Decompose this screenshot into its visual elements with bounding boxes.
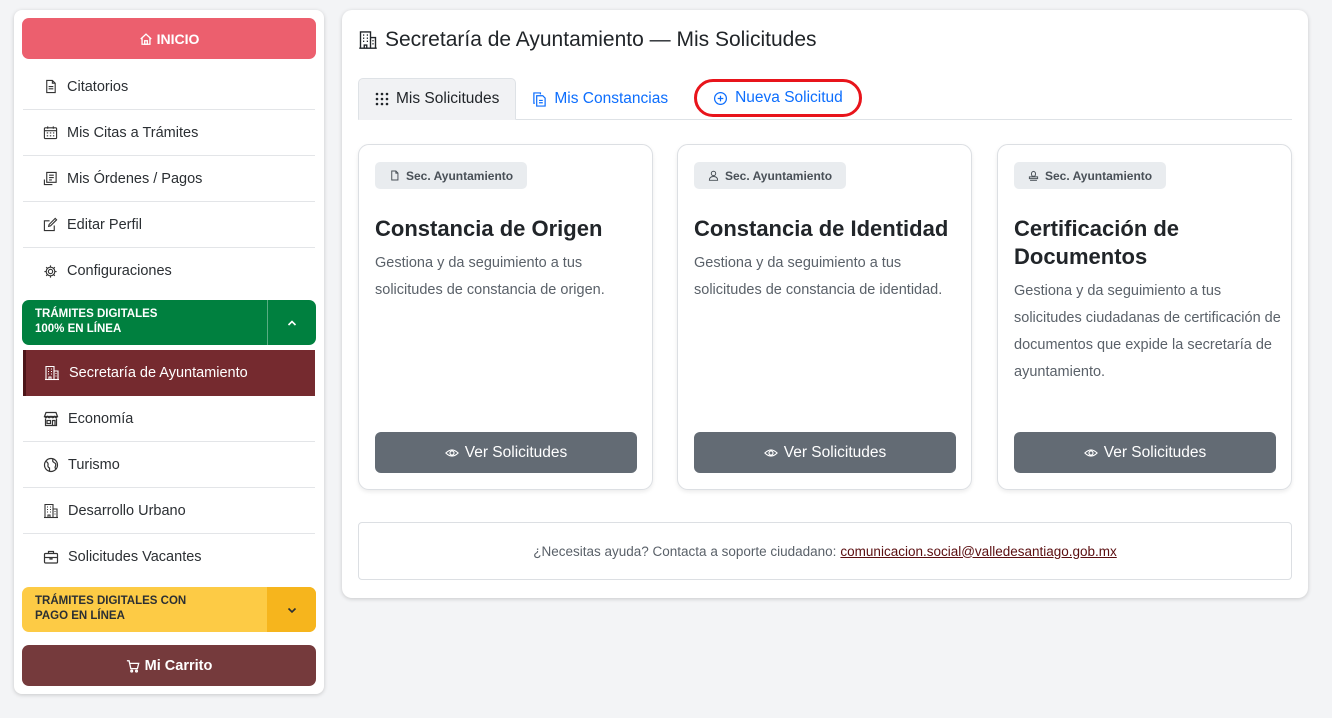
page-title: Secretaría de Ayuntamiento — Mis Solicit… [358,28,817,52]
card-description: Gestiona y da seguimiento a tus solicitu… [1014,283,1281,380]
support-email-link[interactable]: comunicacion.social@valledesantiago.gob.… [840,544,1116,559]
account-menu: Citatorios Mis Citas a Trámites Mis Órde… [23,64,315,294]
cart-button[interactable]: Mi Carrito [22,645,316,686]
sidebar-item-vacantes[interactable]: Solicitudes Vacantes [23,534,315,580]
sidebar: INICIO Citatorios Mis Citas a Trámites M… [14,10,324,694]
sidebar-item-secretaria[interactable]: Secretaría de Ayuntamiento [23,350,315,396]
card-badge: Sec. Ayuntamiento [694,162,847,189]
card-title: Certificación de Documentos [1014,216,1180,269]
cart-label: Mi Carrito [144,657,213,674]
home-icon [139,32,153,46]
ver-solicitudes-button[interactable]: Ver Solicitudes [375,432,637,473]
document-icon [43,79,58,94]
chevron-down-icon [286,604,298,616]
card-badge: Sec. Ayuntamiento [1014,162,1167,189]
card-constancia-identidad: Sec. Ayuntamiento Constancia de Identida… [677,144,972,490]
building-icon [43,503,59,519]
receipt-icon [43,171,58,186]
briefcase-icon [43,549,59,565]
tab-bar: Mis Solicitudes Mis Constancias Nueva So… [358,78,1292,120]
inicio-button[interactable]: INICIO [22,18,316,59]
person-icon [708,170,719,181]
section-online-header: TRÁMITES DIGITALES 100% EN LÍNEA [22,300,316,345]
help-text: ¿Necesitas ayuda? Contacta a soporte ciu… [533,543,837,559]
section-payment-label: TRÁMITES DIGITALES CON PAGO EN LÍNEA [35,595,187,622]
card-constancia-origen: Sec. Ayuntamiento Constancia de Origen G… [358,144,653,490]
sidebar-item-citas[interactable]: Mis Citas a Trámites [23,110,315,156]
globe-icon [43,457,59,473]
card-certificacion-documentos: Sec. Ayuntamiento Certificación de Docum… [997,144,1292,490]
card-title: Constancia de Origen [375,216,603,241]
sidebar-item-desarrollo-urbano[interactable]: Desarrollo Urbano [23,488,315,534]
plus-circle-icon [713,91,728,106]
shop-icon [43,411,59,427]
sidebar-item-turismo[interactable]: Turismo [23,442,315,488]
eye-icon [763,446,778,460]
card-badge: Sec. Ayuntamiento [375,162,528,189]
main-panel: Secretaría de Ayuntamiento — Mis Solicit… [342,10,1308,598]
card-title: Constancia de Identidad [694,216,949,241]
sidebar-item-ordenes[interactable]: Mis Órdenes / Pagos [23,156,315,202]
card-description: Gestiona y da seguimiento a tus solicitu… [694,255,943,298]
page-title-text: Secretaría de Ayuntamiento — Mis Solicit… [385,28,817,51]
help-banner: ¿Necesitas ayuda? Contacta a soporte ciu… [358,522,1292,580]
section-payment-header: TRÁMITES DIGITALES CON PAGO EN LÍNEA [22,587,316,632]
section-online-toggle[interactable] [267,300,316,345]
sidebar-item-configuraciones[interactable]: Configuraciones [23,248,315,294]
chevron-up-icon [286,317,298,329]
gear-icon [43,264,58,279]
inicio-label: INICIO [156,30,200,47]
grid-icon [375,92,389,106]
document-icon [389,170,400,181]
cart-icon [126,659,140,673]
building-icon [44,365,60,381]
service-cards: Sec. Ayuntamiento Constancia de Origen G… [358,144,1292,490]
ver-solicitudes-button[interactable]: Ver Solicitudes [694,432,956,473]
sidebar-item-citatorios[interactable]: Citatorios [23,64,315,110]
tab-mis-solicitudes[interactable]: Mis Solicitudes [358,78,517,120]
ver-solicitudes-button[interactable]: Ver Solicitudes [1014,432,1276,473]
eye-icon [444,446,459,460]
edit-icon [43,217,58,232]
sidebar-item-economia[interactable]: Economía [23,396,315,442]
calendar-icon [43,125,58,140]
tab-mis-constancias[interactable]: Mis Constancias [516,78,684,120]
sidebar-item-editar-perfil[interactable]: Editar Perfil [23,202,315,248]
building-icon [358,30,378,50]
tab-nueva-solicitud[interactable]: Nueva Solicitud [694,79,862,117]
section-online-label: TRÁMITES DIGITALES 100% EN LÍNEA [35,308,158,335]
online-menu: Secretaría de Ayuntamiento Economía Turi… [23,350,315,580]
card-description: Gestiona y da seguimiento a tus solicitu… [375,255,605,298]
stamp-icon [1028,170,1039,181]
section-payment-toggle[interactable] [267,587,316,632]
eye-icon [1083,446,1098,460]
files-icon [532,91,547,107]
